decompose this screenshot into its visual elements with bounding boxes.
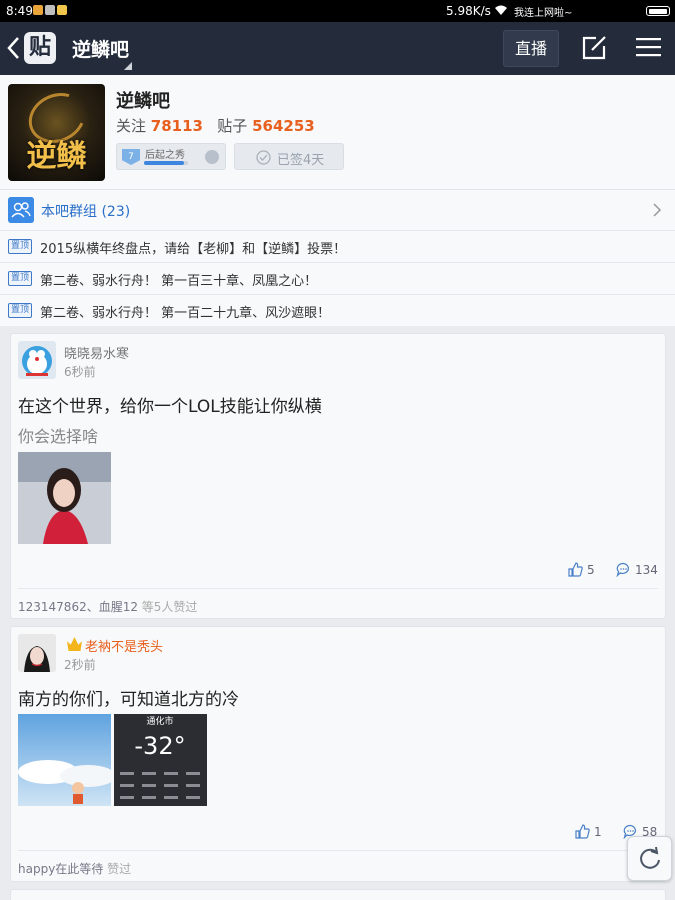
thumbs-up-icon xyxy=(568,562,583,577)
check-circle-icon xyxy=(256,150,271,165)
comment-icon xyxy=(616,562,629,577)
like-button[interactable]: 5 xyxy=(568,562,595,577)
group-icon xyxy=(8,197,34,223)
live-button[interactable]: 直播 xyxy=(503,30,559,67)
like-count: 5 xyxy=(587,562,595,577)
level-progress-fill xyxy=(144,161,184,165)
forum-nav-title[interactable]: 逆鳞吧 xyxy=(72,35,129,62)
level-progress-bar xyxy=(144,161,188,165)
post-time: 2秒前 xyxy=(64,658,96,672)
pinned-tag: 置顶 xyxy=(8,271,32,286)
pinned-tag: 置顶 xyxy=(8,303,32,318)
post-card[interactable]: 老衲不是秃头 2秒前 南方的你们，可知道北方的冷 通化市 -32° 1 58 h… xyxy=(10,626,666,882)
status-bar: 8:49 5.98K/s 我连上网啦~ xyxy=(0,0,675,22)
level-up-icon xyxy=(205,150,219,164)
menu-icon[interactable] xyxy=(636,37,661,57)
level-title: 后起之秀 xyxy=(145,150,185,161)
pinned-post-title: 第二卷、弱水行舟！ 第一百二十九章、风沙遮眼！ xyxy=(40,306,331,321)
dropdown-corner-icon xyxy=(124,62,132,70)
like-button[interactable]: 1 xyxy=(575,824,602,839)
tieba-logo-icon[interactable]: 贴 xyxy=(24,32,56,64)
back-arrow-icon[interactable] xyxy=(6,35,22,61)
top-navbar: 贴 逆鳞吧 直播 xyxy=(0,22,675,75)
likers-line[interactable]: happy在此等待 赞过 xyxy=(18,860,131,877)
refresh-button[interactable] xyxy=(627,836,672,881)
likers-line[interactable]: 123147862、血腥12 等5人赞过 xyxy=(18,598,197,615)
post-card[interactable] xyxy=(10,889,666,900)
forum-info-list: 本吧群组 (23) 置顶 2015纵横年终盘点，请给【老柳】和【逆鳞】投票！ 置… xyxy=(0,189,675,326)
pinned-post-title: 2015纵横年终盘点，请给【老柳】和【逆鳞】投票！ xyxy=(40,242,347,257)
likers-names: 123147862、血腥12 xyxy=(18,600,138,614)
notification-icon xyxy=(45,5,55,15)
post-photo xyxy=(18,714,111,806)
posts-count: 564253 xyxy=(252,117,315,135)
post-card[interactable]: 晓晓易水寒 6秒前 在这个世界，给你一个LOL技能让你纵横 你会选择啥 5 13… xyxy=(10,333,666,619)
posts-label: 贴子 xyxy=(217,117,248,135)
compose-icon[interactable] xyxy=(582,36,608,60)
pinned-post-row[interactable]: 置顶 第二卷、弱水行舟！ 第一百二十九章、风沙遮眼！ xyxy=(0,294,675,326)
signed-days-label: 已签4天 xyxy=(277,153,325,168)
network-speed: 5.98K/s xyxy=(446,4,491,18)
card-divider xyxy=(18,588,658,589)
post-image[interactable] xyxy=(18,714,111,806)
network-name: 我连上网啦~ xyxy=(514,8,573,19)
notification-icon xyxy=(57,5,67,15)
post-photo xyxy=(18,452,111,544)
sign-in-button[interactable]: 已签4天 xyxy=(234,143,344,170)
weather-screenshot: 通化市 -32° xyxy=(114,714,207,806)
pinned-post-title: 第二卷、弱水行舟！ 第一百三十章、凤凰之心！ xyxy=(40,274,318,289)
member-level[interactable]: 7 后起之秀 xyxy=(116,143,226,170)
notification-icons xyxy=(33,5,67,15)
forum-group-row[interactable]: 本吧群组 (23) xyxy=(0,190,675,230)
follow-count: 78113 xyxy=(150,117,203,135)
group-label: 本吧群组 (23) xyxy=(41,204,131,220)
comment-button[interactable]: 134 xyxy=(616,562,658,577)
likers-suffix: 赞过 xyxy=(103,862,132,876)
card-divider xyxy=(18,850,658,851)
author-avatar[interactable] xyxy=(18,634,56,672)
status-time: 8:49 xyxy=(6,4,33,18)
author-name[interactable]: 老衲不是秃头 xyxy=(85,636,163,655)
chevron-right-icon xyxy=(653,203,662,217)
author-name[interactable]: 晓晓易水寒 xyxy=(64,343,129,362)
pinned-post-row[interactable]: 置顶 2015纵横年终盘点，请给【老柳】和【逆鳞】投票！ xyxy=(0,230,675,262)
post-image[interactable] xyxy=(18,452,111,544)
pinned-post-row[interactable]: 置顶 第二卷、弱水行舟！ 第一百三十章、凤凰之心！ xyxy=(0,262,675,294)
refresh-icon xyxy=(640,846,660,869)
likers-suffix: 等5人赞过 xyxy=(137,600,198,614)
forum-stats: 关注 78113 贴子 564253 xyxy=(116,115,315,136)
comment-count: 134 xyxy=(635,562,658,577)
post-image[interactable]: 通化市 -32° xyxy=(114,714,207,806)
battery-icon xyxy=(646,6,670,16)
forum-avatar-logo-text: 逆鳞 xyxy=(26,139,87,174)
forum-avatar: 逆鳞 xyxy=(8,84,105,181)
pinned-tag: 置顶 xyxy=(8,239,32,254)
forum-name: 逆鳞吧 xyxy=(116,91,170,112)
doraemon-avatar-icon xyxy=(22,346,52,376)
author-avatar-photo xyxy=(18,634,56,672)
weather-city: 通化市 xyxy=(146,715,173,727)
wifi-icon xyxy=(495,5,507,15)
post-title: 南方的你们，可知道北方的冷 xyxy=(18,690,239,710)
post-title: 在这个世界，给你一个LOL技能让你纵横 xyxy=(18,397,322,417)
crown-icon xyxy=(67,637,82,651)
weather-temp: -32° xyxy=(134,732,185,760)
like-count: 1 xyxy=(594,824,602,839)
likers-names: happy在此等待 xyxy=(18,862,104,876)
thumbs-up-icon xyxy=(575,824,590,839)
follow-label: 关注 xyxy=(116,117,147,135)
post-abstract: 你会选择啥 xyxy=(18,427,99,446)
forum-header: 逆鳞 逆鳞吧 关注 78113 贴子 564253 7 后起之秀 已签4天 xyxy=(0,75,675,189)
level-badge-icon: 7 xyxy=(122,149,140,165)
post-time: 6秒前 xyxy=(64,365,96,379)
notification-icon xyxy=(33,5,43,15)
author-avatar[interactable] xyxy=(18,341,56,379)
